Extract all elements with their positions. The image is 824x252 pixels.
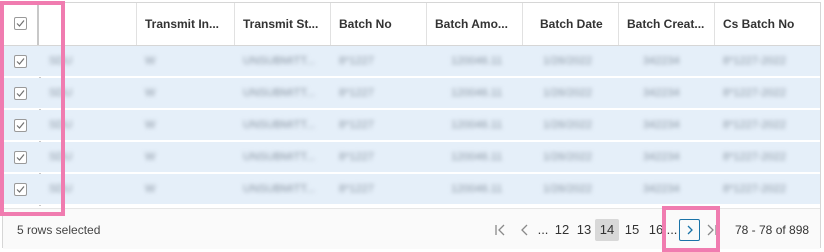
check-icon [16,20,25,27]
cell: 8*1227-2022 [723,183,787,195]
page-button-12[interactable]: 12 [551,219,573,241]
pager-ellipsis-left[interactable]: ... [535,219,551,241]
cell: SDU [49,183,73,195]
grid-footer: 5 rows selected ... 12 13 14 15 16 ... 7… [3,208,820,249]
prev-page-button[interactable] [517,219,533,241]
cell: W [145,151,156,163]
cell: 120046.11 [451,87,503,99]
column-header-transmit-st[interactable]: Transmit St... [235,3,331,45]
cell: 1/26/2022 [543,119,592,131]
grid-body: SDU W UNSUBMITT... 8*1227 120046.11 1/26… [3,46,820,206]
last-page-icon [707,224,717,236]
check-icon [16,154,25,161]
row-checkbox[interactable] [14,151,27,164]
table-row[interactable]: SDU W UNSUBMITT... 8*1227 120046.11 1/26… [3,142,820,173]
cell: 1/26/2022 [543,55,592,67]
cell: 8*1227 [339,55,374,67]
cell: SDU [49,87,73,99]
column-header-batch-no[interactable]: Batch No [331,3,427,45]
selection-status: 5 rows selected [17,223,101,237]
prev-page-icon [521,224,528,236]
cell: 120046.11 [451,55,503,67]
cell: 342234 [643,183,680,195]
column-header-0[interactable] [41,3,137,45]
cell: 342234 [643,55,680,67]
next-page-button[interactable] [679,219,700,241]
cell: 8*1227-2022 [723,87,787,99]
row-checkbox[interactable] [14,55,27,68]
table-row[interactable]: SDU W UNSUBMITT... 8*1227 120046.11 1/26… [3,78,820,109]
cell: 120046.11 [451,119,503,131]
check-icon [16,58,25,65]
page-button-13[interactable]: 13 [573,219,595,241]
first-page-icon [495,224,505,236]
cell: 120046.11 [451,151,503,163]
cell: SDU [49,55,73,67]
next-page-icon [687,225,693,235]
grid-header: Transmit In... Transmit St... Batch No B… [3,3,820,46]
page-range-label: 78 - 78 of 898 [735,223,810,237]
table-row[interactable]: SDU W UNSUBMITT... 8*1227 120046.11 1/26… [3,46,820,77]
cell: UNSUBMITT... [243,183,316,195]
cell: 1/26/2022 [543,87,592,99]
pager-ellipsis-right[interactable]: ... [665,219,679,241]
select-all-cell [3,3,39,45]
check-icon [16,186,25,193]
cell: UNSUBMITT... [243,55,316,67]
page-button-16[interactable]: 16 [645,219,667,241]
row-checkbox[interactable] [14,183,27,196]
cell: 120046.11 [451,183,503,195]
select-all-checkbox[interactable] [14,17,27,30]
column-header-batch-date[interactable]: Batch Date [523,3,619,45]
cell: 8*1227 [339,183,374,195]
column-header-batch-amount[interactable]: Batch Amo... [427,3,523,45]
cell: 1/26/2022 [543,151,592,163]
last-page-button[interactable] [705,219,719,241]
cell: 342234 [643,119,680,131]
cell: UNSUBMITT... [243,87,316,99]
column-header-cs-batch-no[interactable]: Cs Batch No [715,3,822,45]
cell: 8*1227-2022 [723,151,787,163]
cell: SDU [49,151,73,163]
data-grid: Transmit In... Transmit St... Batch No B… [2,2,821,249]
cell: UNSUBMITT... [243,151,316,163]
cell: 8*1227-2022 [723,119,787,131]
column-header-transmit-in[interactable]: Transmit In... [137,3,235,45]
cell: 8*1227 [339,119,374,131]
page-button-14-active[interactable]: 14 [595,219,619,241]
cell: 8*1227 [339,87,374,99]
cell: 8*1227-2022 [723,55,787,67]
first-page-button[interactable] [491,219,509,241]
column-header-batch-creat[interactable]: Batch Creat... [619,3,715,45]
cell: UNSUBMITT... [243,119,316,131]
cell: W [145,55,156,67]
check-icon [16,122,25,129]
cell: 342234 [643,87,680,99]
row-checkbox[interactable] [14,87,27,100]
cell: 342234 [643,151,680,163]
page-button-15[interactable]: 15 [621,219,643,241]
table-row[interactable]: SDU W UNSUBMITT... 8*1227 120046.11 1/26… [3,174,820,205]
row-checkbox[interactable] [14,119,27,132]
table-row[interactable]: SDU W UNSUBMITT... 8*1227 120046.11 1/26… [3,110,820,141]
cell: W [145,119,156,131]
check-icon [16,90,25,97]
cell: W [145,183,156,195]
cell: 8*1227 [339,151,374,163]
cell: SDU [49,119,73,131]
cell: 1/26/2022 [543,183,592,195]
cell: W [145,87,156,99]
